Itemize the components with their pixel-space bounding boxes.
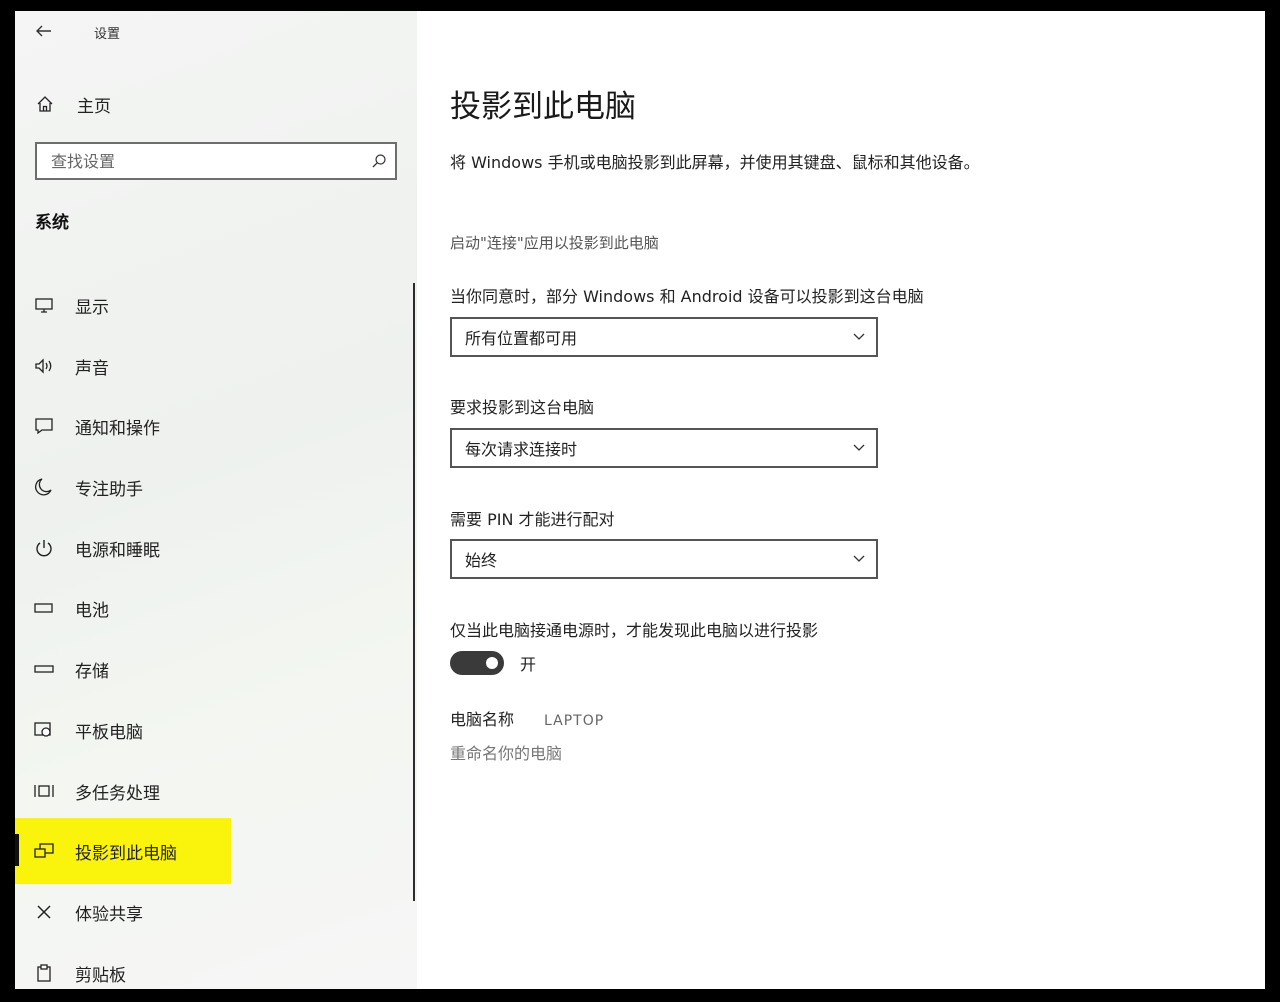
window-title: 设置 (94, 27, 121, 42)
pc-name-row: 电脑名称 LAPTOP (450, 706, 604, 730)
sidebar-item-multitasking[interactable]: 多任务处理 (15, 761, 415, 821)
sidebar-item-focus-assist[interactable]: 专注助手 (15, 457, 415, 517)
sidebar-item-label: 投影到此电脑 (75, 843, 177, 864)
page-description: 将 Windows 手机或电脑投影到此屏幕，并使用其键盘、鼠标和其他设备。 (450, 153, 980, 172)
back-arrow-icon (36, 25, 51, 37)
main-content: 投影到此电脑 将 Windows 手机或电脑投影到此屏幕，并使用其键盘、鼠标和其… (450, 11, 1250, 989)
page-title: 投影到此电脑 (450, 89, 636, 125)
sidebar-item-battery[interactable]: 电池 (15, 578, 415, 638)
power-icon (33, 538, 55, 558)
project-icon (33, 842, 55, 860)
home-label: 主页 (77, 96, 111, 117)
clipboard-icon (33, 963, 55, 983)
availability-dropdown[interactable]: 所有位置都可用 (450, 317, 878, 357)
availability-label: 当你同意时，部分 Windows 和 Android 设备可以投影到这台电脑 (450, 287, 924, 306)
request-projection-dropdown[interactable]: 每次请求连接时 (450, 428, 878, 468)
battery-icon (33, 601, 55, 615)
settings-window: 设置 主页 系统 显示 (15, 11, 1265, 989)
search-icon[interactable] (371, 153, 387, 169)
sidebar-item-label: 通知和操作 (75, 418, 160, 439)
sidebar-item-label: 平板电脑 (75, 722, 143, 743)
sidebar-item-clipboard[interactable]: 剪贴板 (15, 943, 415, 989)
sidebar-item-sound[interactable]: 声音 (15, 336, 415, 396)
dropdown-value: 所有位置都可用 (465, 329, 578, 348)
chevron-down-icon (853, 444, 865, 451)
moon-icon (33, 477, 55, 497)
search-input[interactable] (51, 151, 351, 171)
search-box (35, 142, 397, 180)
tablet-icon (33, 720, 55, 740)
power-discovery-label: 仅当此电脑接通电源时，才能发现此电脑以进行投影 (450, 621, 819, 640)
request-projection-label: 要求投影到这台电脑 (450, 398, 595, 417)
sidebar-item-label: 专注助手 (75, 479, 143, 500)
sidebar-item-label: 存储 (75, 661, 109, 682)
sidebar-item-label: 多任务处理 (75, 783, 160, 804)
dropdown-value: 始终 (465, 551, 498, 570)
speaker-icon (33, 357, 55, 375)
sidebar-item-label: 体验共享 (75, 904, 143, 925)
chevron-down-icon (853, 555, 865, 562)
section-heading: 系统 (35, 213, 69, 233)
connect-app-link[interactable]: 启动"连接"应用以投影到此电脑 (450, 232, 659, 253)
title-bar: 设置 (15, 11, 417, 51)
sidebar-item-label: 显示 (75, 297, 109, 318)
toggle-state-label: 开 (520, 655, 537, 674)
sidebar-scrollbar[interactable] (413, 283, 415, 901)
sidebar-item-label: 剪贴板 (75, 965, 126, 986)
sidebar-item-label: 电源和睡眠 (75, 540, 160, 561)
dropdown-value: 每次请求连接时 (465, 440, 578, 459)
sidebar-item-project-to-pc[interactable]: 投影到此电脑 (15, 818, 231, 884)
sidebar: 设置 主页 系统 显示 (15, 11, 417, 989)
notification-icon (33, 416, 55, 436)
sidebar-item-storage[interactable]: 存储 (15, 639, 415, 699)
pin-pairing-label: 需要 PIN 才能进行配对 (450, 510, 615, 529)
home-icon (25, 95, 65, 113)
back-button[interactable] (29, 19, 59, 43)
pc-name-label: 电脑名称 (450, 710, 515, 729)
power-discovery-toggle[interactable] (450, 651, 504, 675)
toggle-knob (486, 657, 498, 669)
rename-pc-link[interactable]: 重命名你的电脑 (450, 740, 562, 764)
power-toggle-row: 开 (450, 651, 536, 675)
storage-icon (33, 662, 55, 676)
home-nav-item[interactable]: 主页 (25, 89, 385, 119)
sidebar-item-display[interactable]: 显示 (15, 275, 415, 335)
sidebar-item-power-sleep[interactable]: 电源和睡眠 (15, 518, 415, 578)
sidebar-item-notifications[interactable]: 通知和操作 (15, 396, 415, 456)
sidebar-item-tablet[interactable]: 平板电脑 (15, 700, 415, 760)
sidebar-item-shared-experiences[interactable]: 体验共享 (15, 882, 415, 942)
monitor-icon (33, 296, 55, 314)
chevron-down-icon (853, 333, 865, 340)
pc-name-value: LAPTOP (544, 713, 605, 729)
pin-pairing-dropdown[interactable]: 始终 (450, 539, 878, 579)
share-icon (33, 903, 55, 921)
sidebar-item-label: 声音 (75, 358, 109, 379)
sidebar-item-label: 电池 (75, 600, 109, 621)
multitask-icon (33, 782, 55, 800)
